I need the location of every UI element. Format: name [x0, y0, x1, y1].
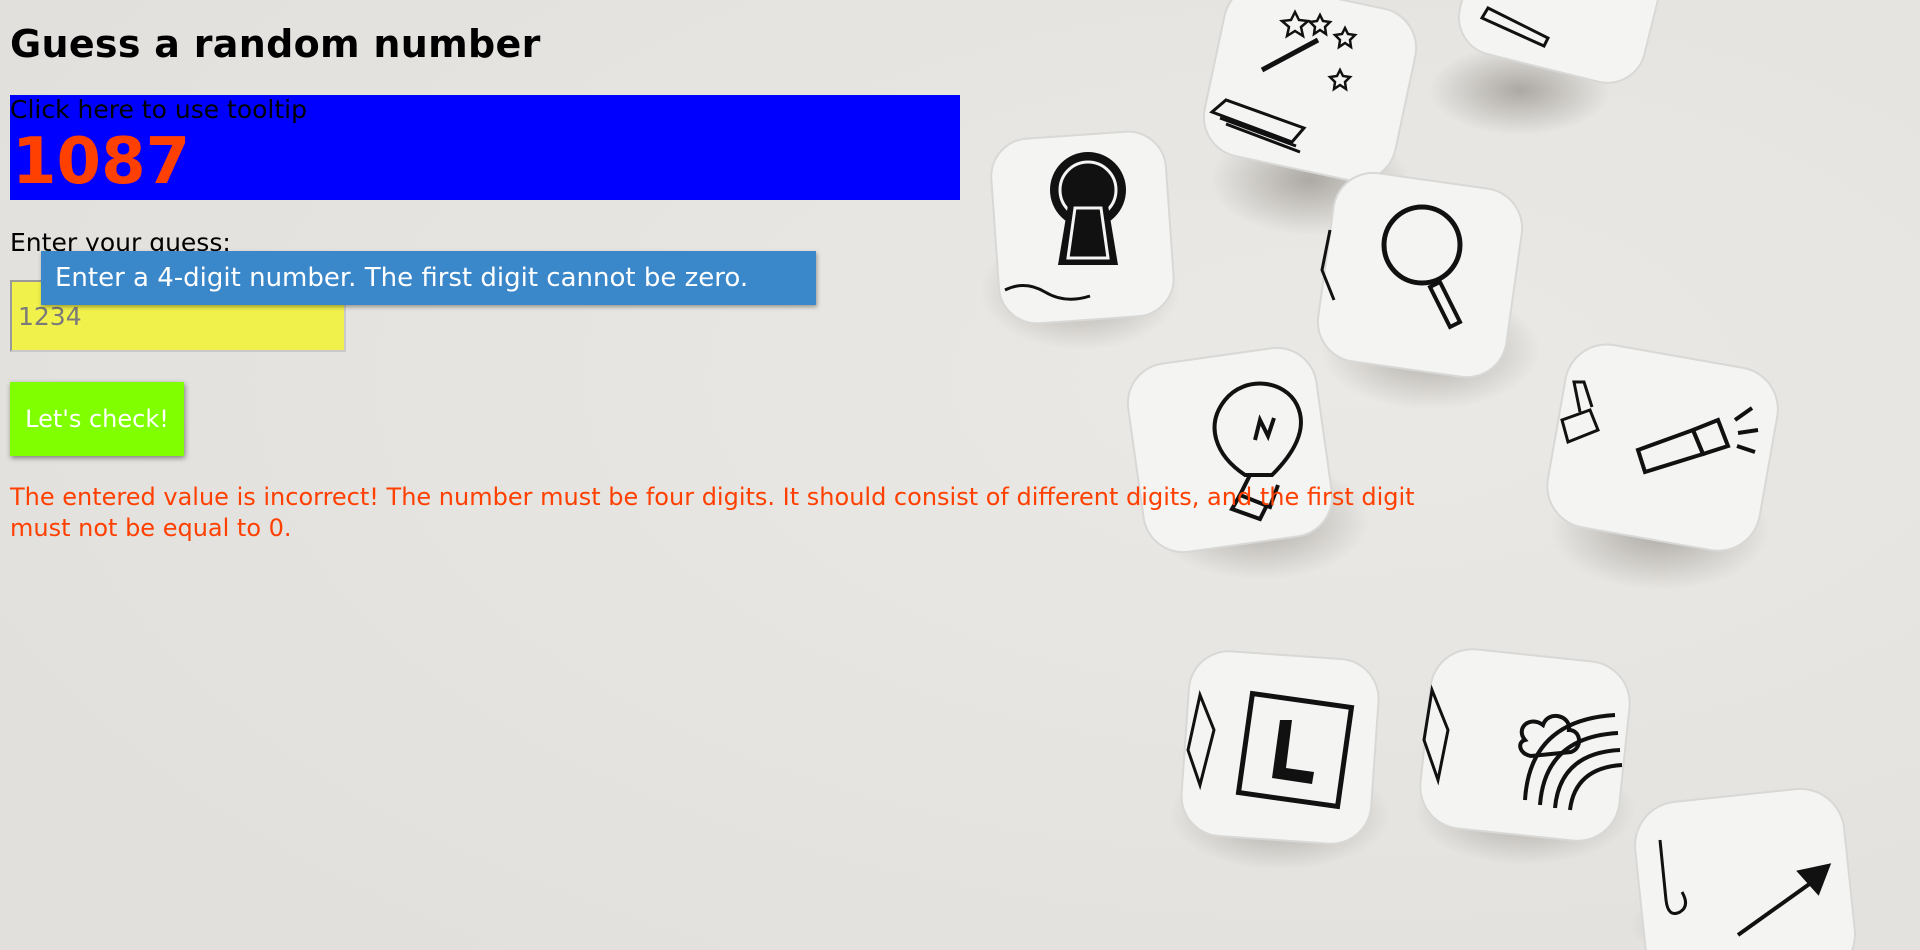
die-magnifier	[1316, 171, 1524, 379]
guess-tooltip: Enter a 4-digit number. The first digit …	[41, 251, 816, 305]
die-l-sign	[1180, 650, 1380, 845]
die-keyhole	[990, 130, 1175, 325]
keyhole-icon	[1050, 152, 1126, 265]
secret-number: 1087	[12, 125, 191, 199]
number-box: Click here to use tooltip 1087	[10, 95, 960, 200]
die-flashlight	[1546, 343, 1779, 552]
die-arrow	[1634, 787, 1856, 950]
check-button[interactable]: Let's check!	[10, 382, 184, 456]
die-rainbow	[1419, 648, 1631, 842]
error-message: The entered value is incorrect! The numb…	[10, 483, 1415, 542]
page-title: Guess a random number	[10, 22, 541, 66]
tooltip-trigger-link[interactable]: Click here to use tooltip	[10, 95, 307, 125]
